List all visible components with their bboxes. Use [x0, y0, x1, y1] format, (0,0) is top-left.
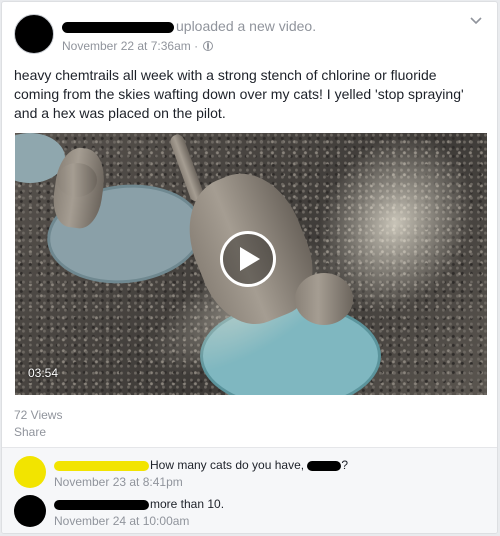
author-avatar[interactable] [14, 14, 54, 54]
author-line: uploaded a new video. [62, 17, 422, 35]
post-timestamp[interactable]: November 22 at 7:36am [62, 39, 191, 53]
video-duration: 03:54 [28, 366, 59, 380]
redacted-mention [307, 460, 342, 471]
comment: How many cats do you have, ? November 23… [14, 456, 484, 496]
redacted-commenter-name [54, 499, 149, 510]
post-text: heavy chemtrails all week with a strong … [14, 67, 464, 121]
post-meta: November 22 at 7:36am · [62, 39, 214, 53]
globe-icon [203, 41, 214, 51]
cat-head [295, 273, 353, 325]
comment-timestamp[interactable]: November 23 at 8:41pm [54, 475, 183, 489]
commenter-avatar[interactable] [14, 495, 46, 527]
play-button[interactable] [220, 231, 276, 287]
comments-section: How many cats do you have, ? November 23… [2, 447, 497, 533]
comment-line: more than 10. [54, 497, 224, 512]
comment-text: How many cats do you have, [150, 458, 308, 472]
post-header: uploaded a new video. November 22 at 7:3… [14, 14, 484, 58]
comment-line: How many cats do you have, ? [54, 458, 348, 473]
chevron-down-icon[interactable] [468, 14, 484, 28]
commenter-avatar[interactable] [14, 456, 46, 488]
post-card: uploaded a new video. November 22 at 7:3… [1, 1, 498, 534]
comment-text-end: ? [341, 458, 349, 472]
comment: more than 10. November 24 at 10:00am [14, 495, 484, 533]
comment-timestamp[interactable]: November 24 at 10:00am [54, 514, 189, 528]
play-icon [240, 247, 260, 271]
redacted-author-name [62, 21, 174, 33]
cat-head [57, 163, 97, 197]
redacted-commenter-name [54, 460, 149, 471]
comment-text: more than 10. [150, 497, 225, 511]
share-link[interactable]: Share [14, 425, 46, 440]
view-count: 72 Views [14, 408, 63, 422]
video-player[interactable]: 03:54 [15, 133, 487, 395]
meta-separator: · [194, 39, 199, 53]
post-action-text: uploaded a new video. [176, 18, 317, 34]
